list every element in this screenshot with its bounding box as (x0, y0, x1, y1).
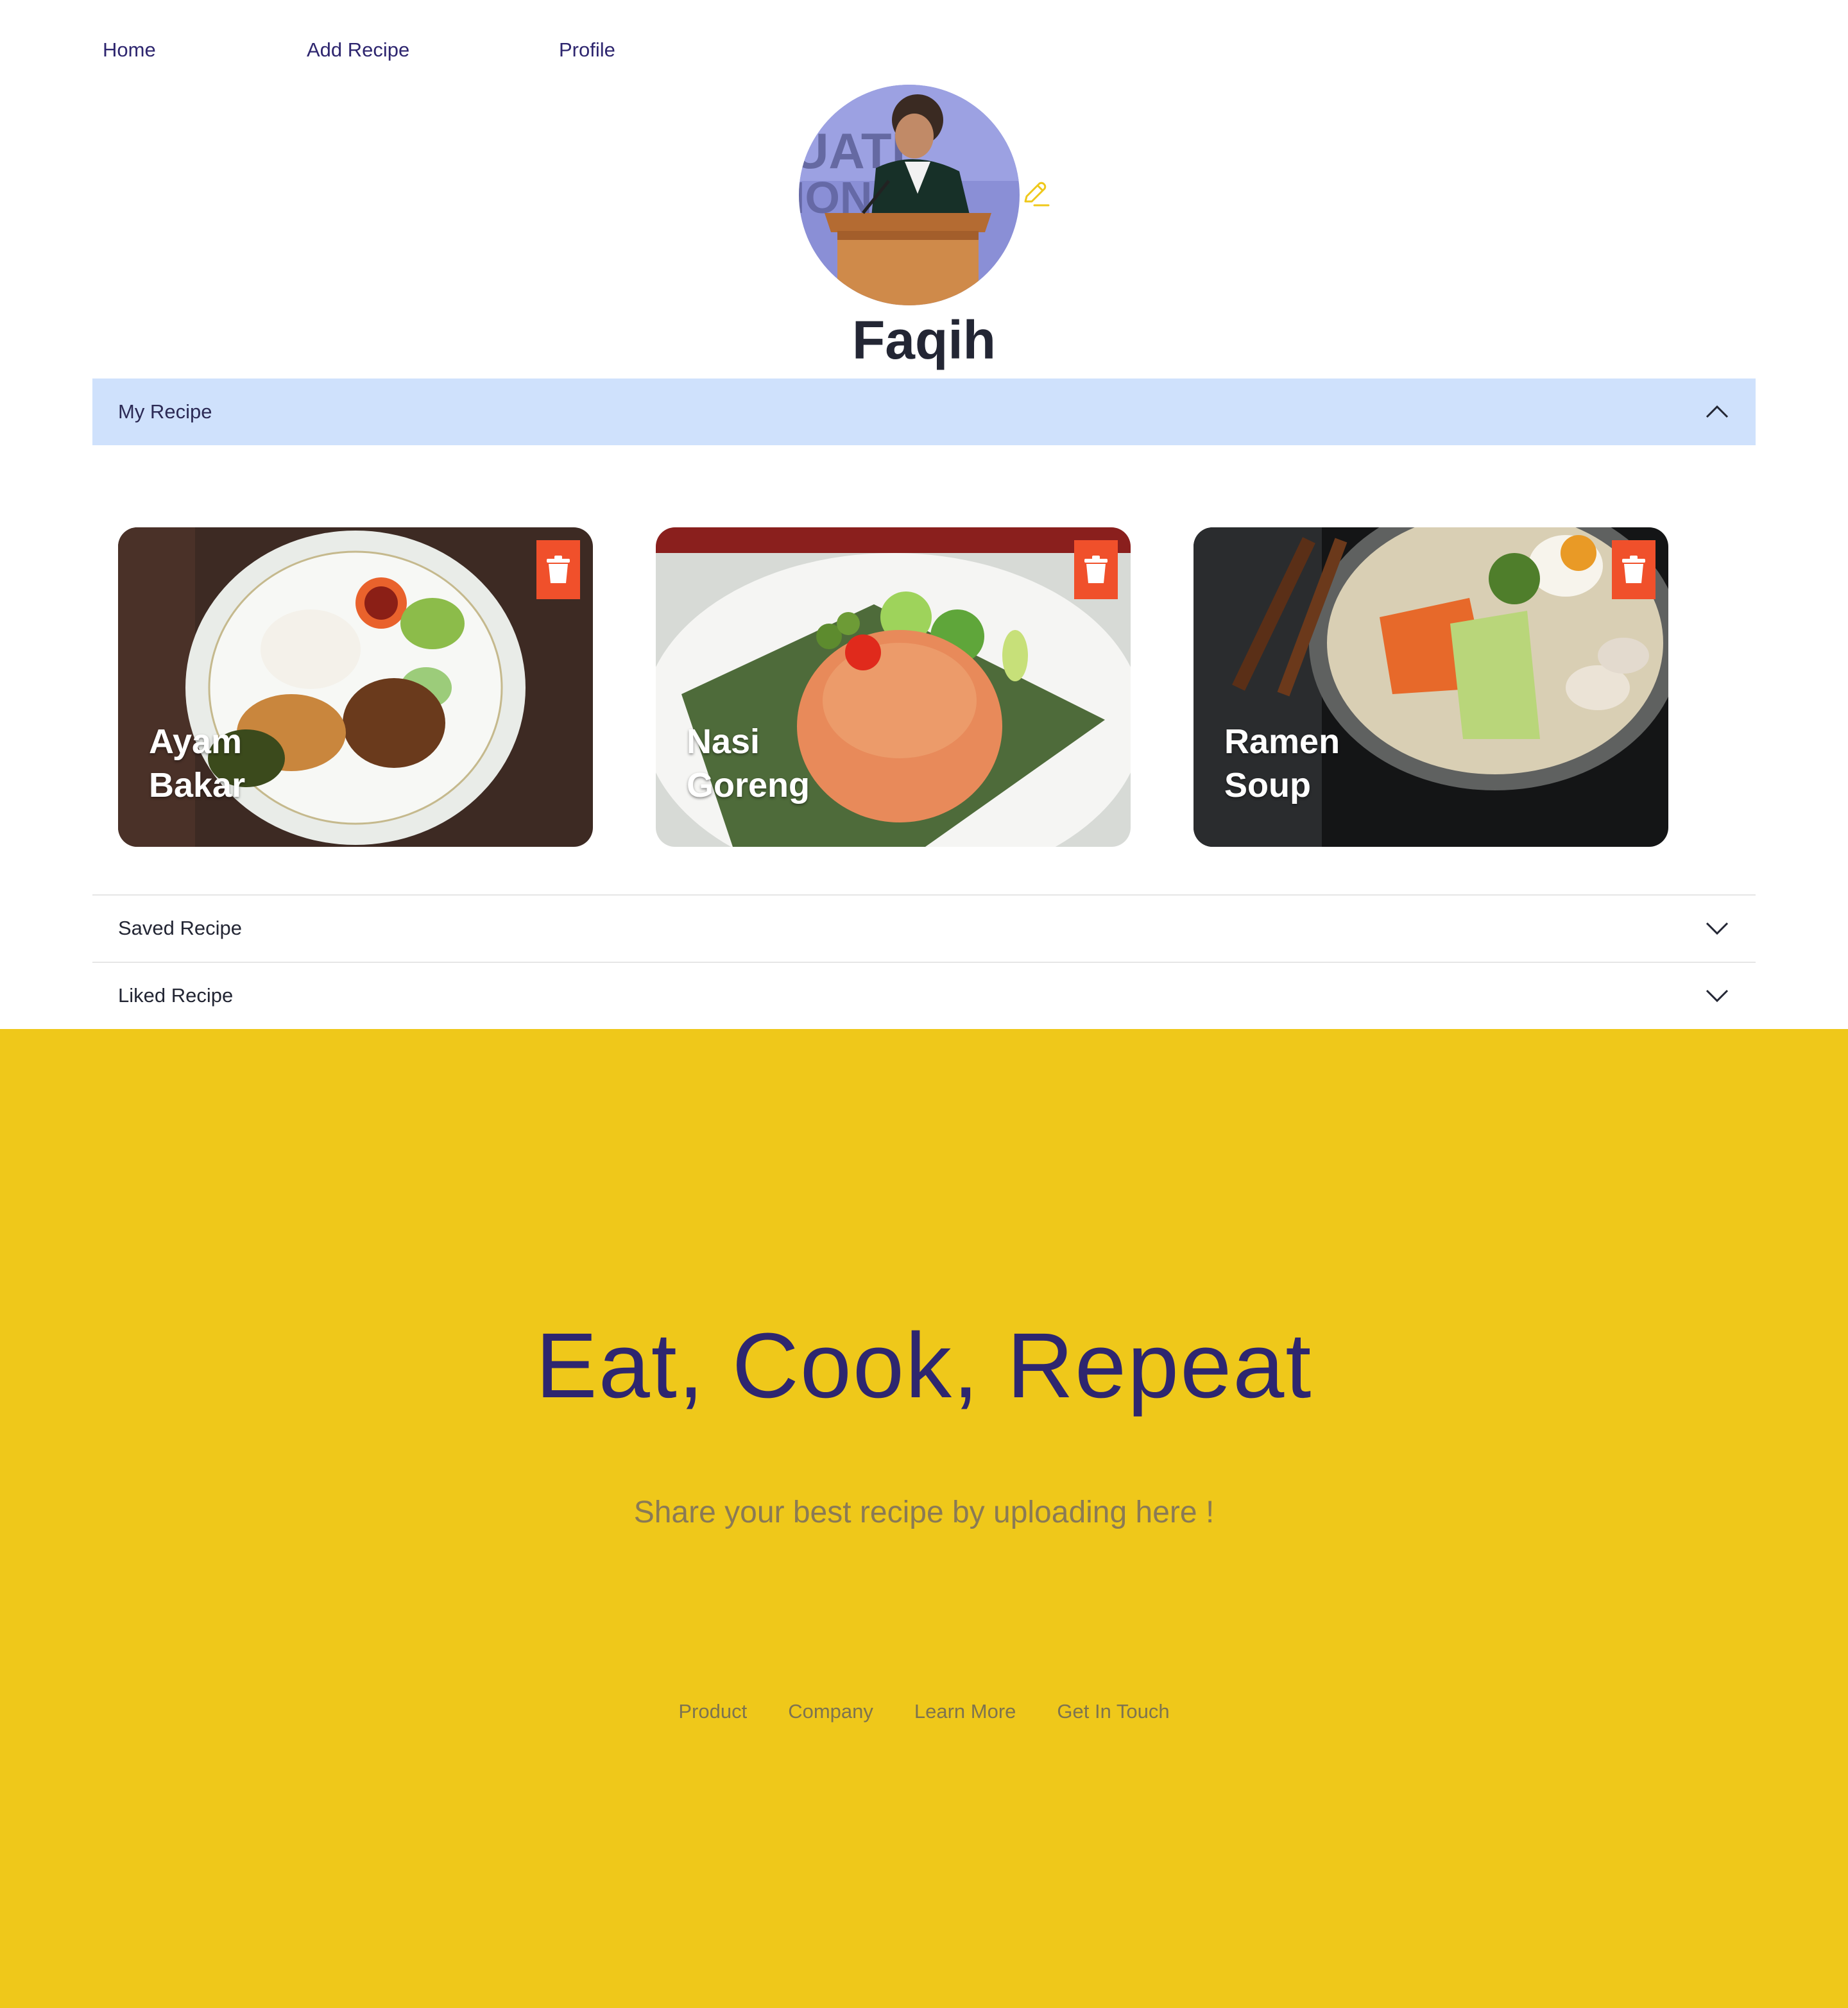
accordion-my-recipe[interactable]: My Recipe (92, 379, 1756, 445)
recipe-card[interactable]: Ayam Bakar (118, 527, 593, 847)
delete-recipe-button[interactable] (536, 540, 580, 599)
footer-link-learn-more[interactable]: Learn More (914, 1700, 1016, 1723)
delete-recipe-button[interactable] (1612, 540, 1656, 599)
footer-links: Product Company Learn More Get In Touch (0, 1700, 1848, 1723)
recipe-card[interactable]: Ramen Soup (1194, 527, 1668, 847)
recipe-title-line1: Ramen (1224, 722, 1340, 761)
nav-add-recipe-link[interactable]: Add Recipe (307, 37, 409, 63)
recipe-card[interactable]: Nasi Goreng (656, 527, 1131, 847)
footer-link-get-in-touch[interactable]: Get In Touch (1057, 1700, 1169, 1723)
chevron-up-icon (1706, 405, 1729, 418)
nav-home-link[interactable]: Home (103, 37, 156, 63)
recipe-title: Ayam Bakar (149, 720, 277, 807)
recipe-title-line1: Nasi (687, 722, 760, 761)
avatar-photo: UATI ION (799, 85, 1020, 305)
recipe-title-line2: Goreng (687, 766, 810, 804)
delete-recipe-button[interactable] (1074, 540, 1118, 599)
accordion-my-recipe-label: My Recipe (118, 400, 212, 423)
footer-subtitle: Share your best recipe by uploading here… (633, 1495, 1215, 1529)
recipe-title-line1: Ayam (149, 722, 243, 761)
footer-link-product[interactable]: Product (678, 1700, 747, 1723)
footer-tagline: Eat, Cook, Repeat (535, 1314, 1313, 1417)
trash-icon (1622, 556, 1645, 583)
recipe-title: Nasi Goreng (687, 720, 815, 807)
chevron-down-icon (1706, 989, 1729, 1003)
trash-icon (547, 556, 570, 583)
accordion-saved-recipe[interactable]: Saved Recipe (92, 894, 1756, 961)
avatar[interactable]: UATI ION (799, 85, 1020, 305)
trash-icon (1084, 556, 1108, 583)
profile-name: Faqih (852, 310, 996, 370)
recipe-title-line2: Soup (1224, 766, 1311, 804)
recipe-title: Ramen Soup (1224, 720, 1353, 807)
nav-profile-link[interactable]: Profile (559, 37, 615, 63)
pencil-icon[interactable] (1020, 180, 1050, 209)
accordion-liked-recipe-label: Liked Recipe (118, 984, 234, 1007)
recipe-title-line2: Bakar (149, 766, 246, 804)
top-nav: Home Add Recipe Profile (0, 37, 1848, 63)
accordion-saved-recipe-label: Saved Recipe (118, 917, 243, 939)
footer-link-company[interactable]: Company (788, 1700, 873, 1723)
accordion-liked-recipe[interactable]: Liked Recipe (92, 962, 1756, 1028)
chevron-down-icon (1706, 922, 1729, 935)
footer: Eat, Cook, Repeat Share your best recipe… (0, 1029, 1848, 2008)
